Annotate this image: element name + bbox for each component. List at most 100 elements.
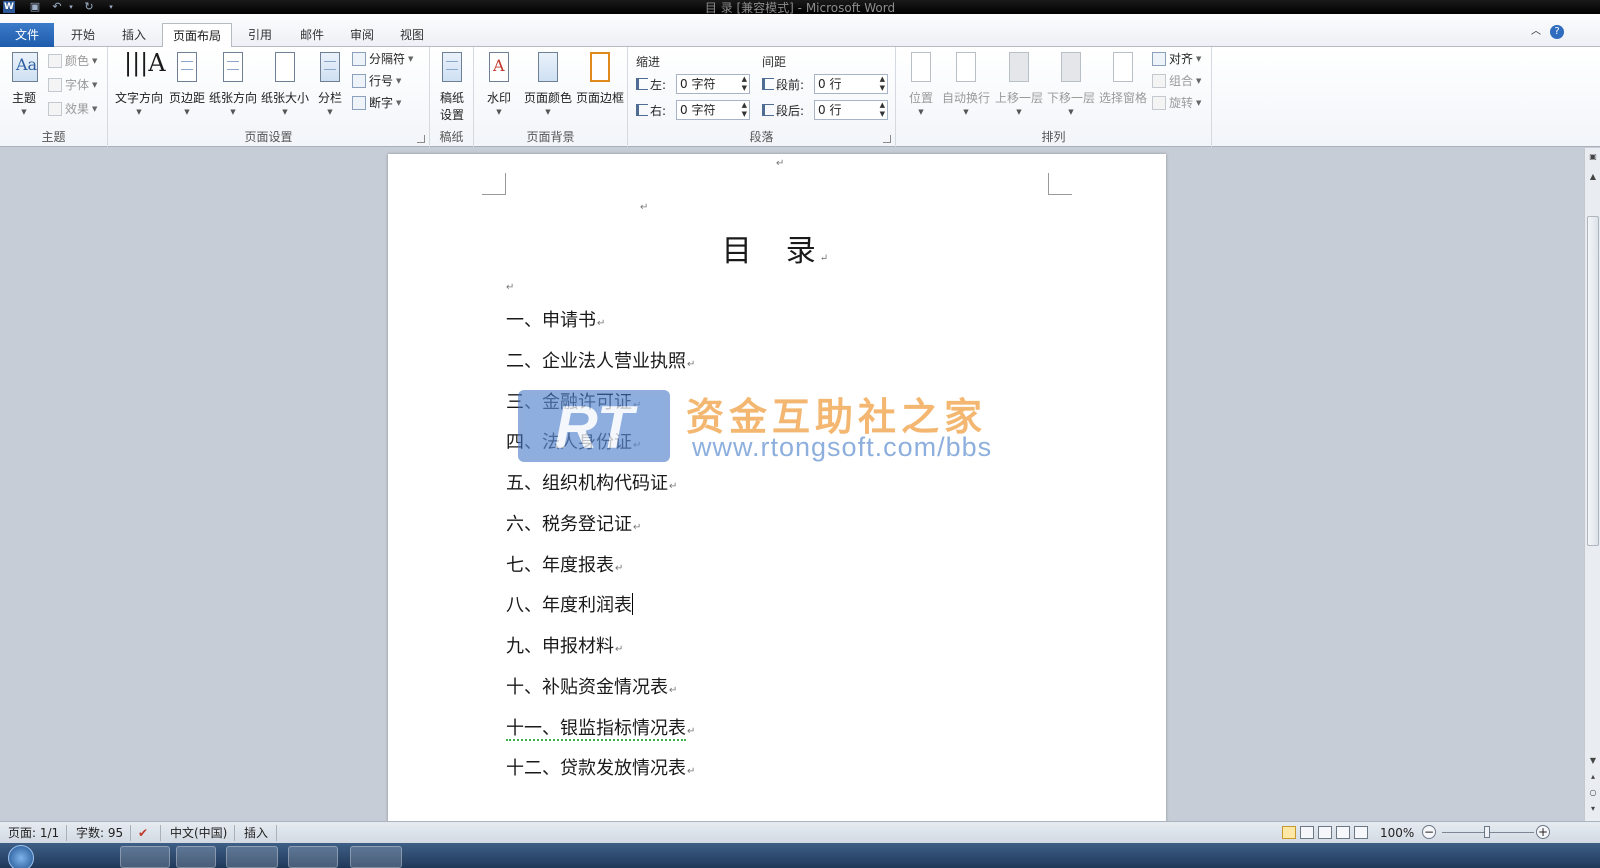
hyphenation-button[interactable]: 断字 ▼ [352,93,401,113]
spinner-arrows-icon[interactable]: ▲ ▼ [880,75,885,93]
columns-button[interactable]: 分栏 ▼ [312,51,348,116]
wrap-text-button[interactable]: 自动换行 ▼ [940,51,992,116]
toc-item[interactable]: 十一、银监指标情况表↵ [506,714,695,741]
previous-page-icon[interactable]: ▴ [1585,770,1600,784]
scroll-down-icon[interactable]: ▼ [1585,754,1600,768]
line-numbers-icon [352,74,366,88]
hyphenation-icon [352,96,366,110]
group-label-manuscript: 稿纸 [439,130,464,144]
manuscript-settings-button[interactable]: 稿纸 设置 [434,51,470,123]
theme-fonts-button[interactable]: 字体 ▼ [48,75,97,95]
toc-item[interactable]: 四、法人身份证↵ [506,428,641,454]
page-color-button[interactable]: 页面颜色 ▼ [522,51,574,116]
position-button[interactable]: 位置 ▼ [904,51,938,116]
indent-left-icon [636,78,648,90]
page-setup-launcher-icon[interactable] [417,135,425,143]
toc-item[interactable]: 十二、贷款发放情况表↵ [506,754,695,780]
paper-size-icon [270,51,300,85]
tab-page-layout[interactable]: 页面布局 [162,23,232,48]
zoom-slider-thumb[interactable] [1484,826,1490,838]
group-button[interactable]: 组合 ▼ [1152,71,1201,91]
send-backward-button[interactable]: 下移一层 ▼ [1046,51,1096,116]
taskbar-item[interactable] [120,846,170,868]
zoom-out-icon[interactable]: − [1422,825,1436,839]
proofing-icon[interactable]: ✔ [138,825,148,841]
manuscript-icon [437,51,467,85]
indent-right-field[interactable]: 0 字符 ▲ ▼ [676,100,750,120]
vertical-scrollbar[interactable]: ▣ ▲ ▼ ▴ ○ ▾ [1584,148,1600,821]
spinner-arrows-icon[interactable]: ▲ ▼ [742,75,747,93]
group-label-page-setup: 页面设置 [244,130,293,144]
selection-pane-button[interactable]: 选择窗格 [1098,51,1148,106]
toc-item[interactable]: 七、年度报表↵ [506,551,623,577]
indent-left-field[interactable]: 0 字符 ▲ ▼ [676,74,750,94]
page-count[interactable]: 页面: 1/1 [8,825,59,841]
spacing-before-field[interactable]: 0 行 ▲ ▼ [814,74,888,94]
document-page[interactable]: ↵ ↵ 目录↵ ↵ 一、申请书↵ 二、企业法人营业执照↵ 三、金融许可证↵ 四、… [388,154,1166,821]
indent-right-icon [636,104,648,116]
page-borders-button[interactable]: 页面边框 [574,51,626,106]
web-layout-view-icon[interactable] [1318,826,1332,839]
zoom-in-icon[interactable]: + [1536,825,1550,839]
text-direction-button[interactable]: |||A 文字方向 ▼ [112,49,166,116]
size-button[interactable]: 纸张大小 ▼ [260,51,310,116]
word-count[interactable]: 字数: 95 [76,825,123,841]
print-layout-view-icon[interactable] [1282,826,1296,839]
status-bar: 页面: 1/1 字数: 95 ✔ 中文(中国) 插入 100% − + [0,821,1600,843]
scrollbar-thumb[interactable] [1587,216,1599,546]
toc-item[interactable]: 三、金融许可证↵ [506,388,641,414]
toc-item[interactable]: 五、组织机构代码证↵ [506,469,677,495]
rotate-button[interactable]: 旋转 ▼ [1152,93,1201,113]
align-button[interactable]: 对齐 ▼ [1152,49,1201,69]
toc-item[interactable]: 八、年度利润表 [506,591,633,617]
orientation-button[interactable]: 纸张方向 ▼ [208,51,258,116]
toc-item[interactable]: 六、税务登记证↵ [506,510,641,536]
toc-item[interactable]: 一、申请书↵ [506,306,605,332]
tab-home[interactable]: 开始 [58,23,108,47]
taskbar-item[interactable] [350,846,402,868]
breaks-button[interactable]: 分隔符 ▼ [352,49,413,69]
theme-effects-button[interactable]: 效果 ▼ [48,99,97,119]
taskbar-item[interactable] [226,846,278,868]
line-numbers-button[interactable]: 行号 ▼ [352,71,401,91]
document-workspace[interactable]: ↵ ↵ 目录↵ ↵ 一、申请书↵ 二、企业法人营业执照↵ 三、金融许可证↵ 四、… [0,148,1584,821]
language-indicator[interactable]: 中文(中国) [170,825,227,841]
ruler-toggle-icon[interactable]: ▣ [1585,150,1600,164]
document-title[interactable]: 目录↵ [388,226,1166,270]
insert-mode[interactable]: 插入 [244,825,268,841]
toc-item[interactable]: 二、企业法人营业执照↵ [506,347,695,373]
theme-colors-button[interactable]: 颜色 ▼ [48,51,97,71]
theme-button[interactable]: Aa 主题 ▼ [6,51,42,116]
spinner-arrows-icon[interactable]: ▲ ▼ [880,101,885,119]
help-icon[interactable]: ? [1550,25,1564,39]
spacing-before-spinner: 段前: 0 行 ▲ ▼ [762,73,888,95]
draft-view-icon[interactable] [1354,826,1368,839]
toc-item[interactable]: 九、申报材料↵ [506,632,623,658]
spacing-after-field[interactable]: 0 行 ▲ ▼ [814,100,888,120]
zoom-level[interactable]: 100% [1380,825,1414,841]
outline-view-icon[interactable] [1336,826,1350,839]
taskbar-item[interactable] [288,846,338,868]
start-button-icon[interactable] [8,845,34,868]
bring-forward-button[interactable]: 上移一层 ▼ [994,51,1044,116]
full-screen-reading-view-icon[interactable] [1300,826,1314,839]
tab-references[interactable]: 引用 [236,23,284,47]
spinner-arrows-icon[interactable]: ▲ ▼ [742,101,747,119]
group-paragraph: 缩进 间距 左: 0 字符 ▲ ▼ 右: 0 字符 ▲ ▼ 段前: 0 行 ▲ ▼ 段后: … [628,47,896,147]
tab-file[interactable]: 文件 [0,23,54,47]
tab-mailings[interactable]: 邮件 [288,23,336,47]
bring-forward-icon [1004,51,1034,85]
paragraph-launcher-icon[interactable] [883,135,891,143]
tab-insert[interactable]: 插入 [110,23,158,47]
next-page-icon[interactable]: ▾ [1585,802,1600,816]
taskbar-item[interactable] [176,846,216,868]
tab-view[interactable]: 视图 [388,23,436,47]
select-browse-object-icon[interactable]: ○ [1585,786,1600,800]
toc-item[interactable]: 十、补贴资金情况表↵ [506,673,677,699]
watermark-button[interactable]: A 水印 ▼ [480,51,518,116]
text-cursor [632,593,633,615]
margins-button[interactable]: 页边距 ▼ [166,51,208,116]
scroll-up-icon[interactable]: ▲ [1585,170,1600,184]
tab-review[interactable]: 审阅 [338,23,386,47]
minimize-ribbon-icon[interactable]: ︿ [1529,25,1543,39]
